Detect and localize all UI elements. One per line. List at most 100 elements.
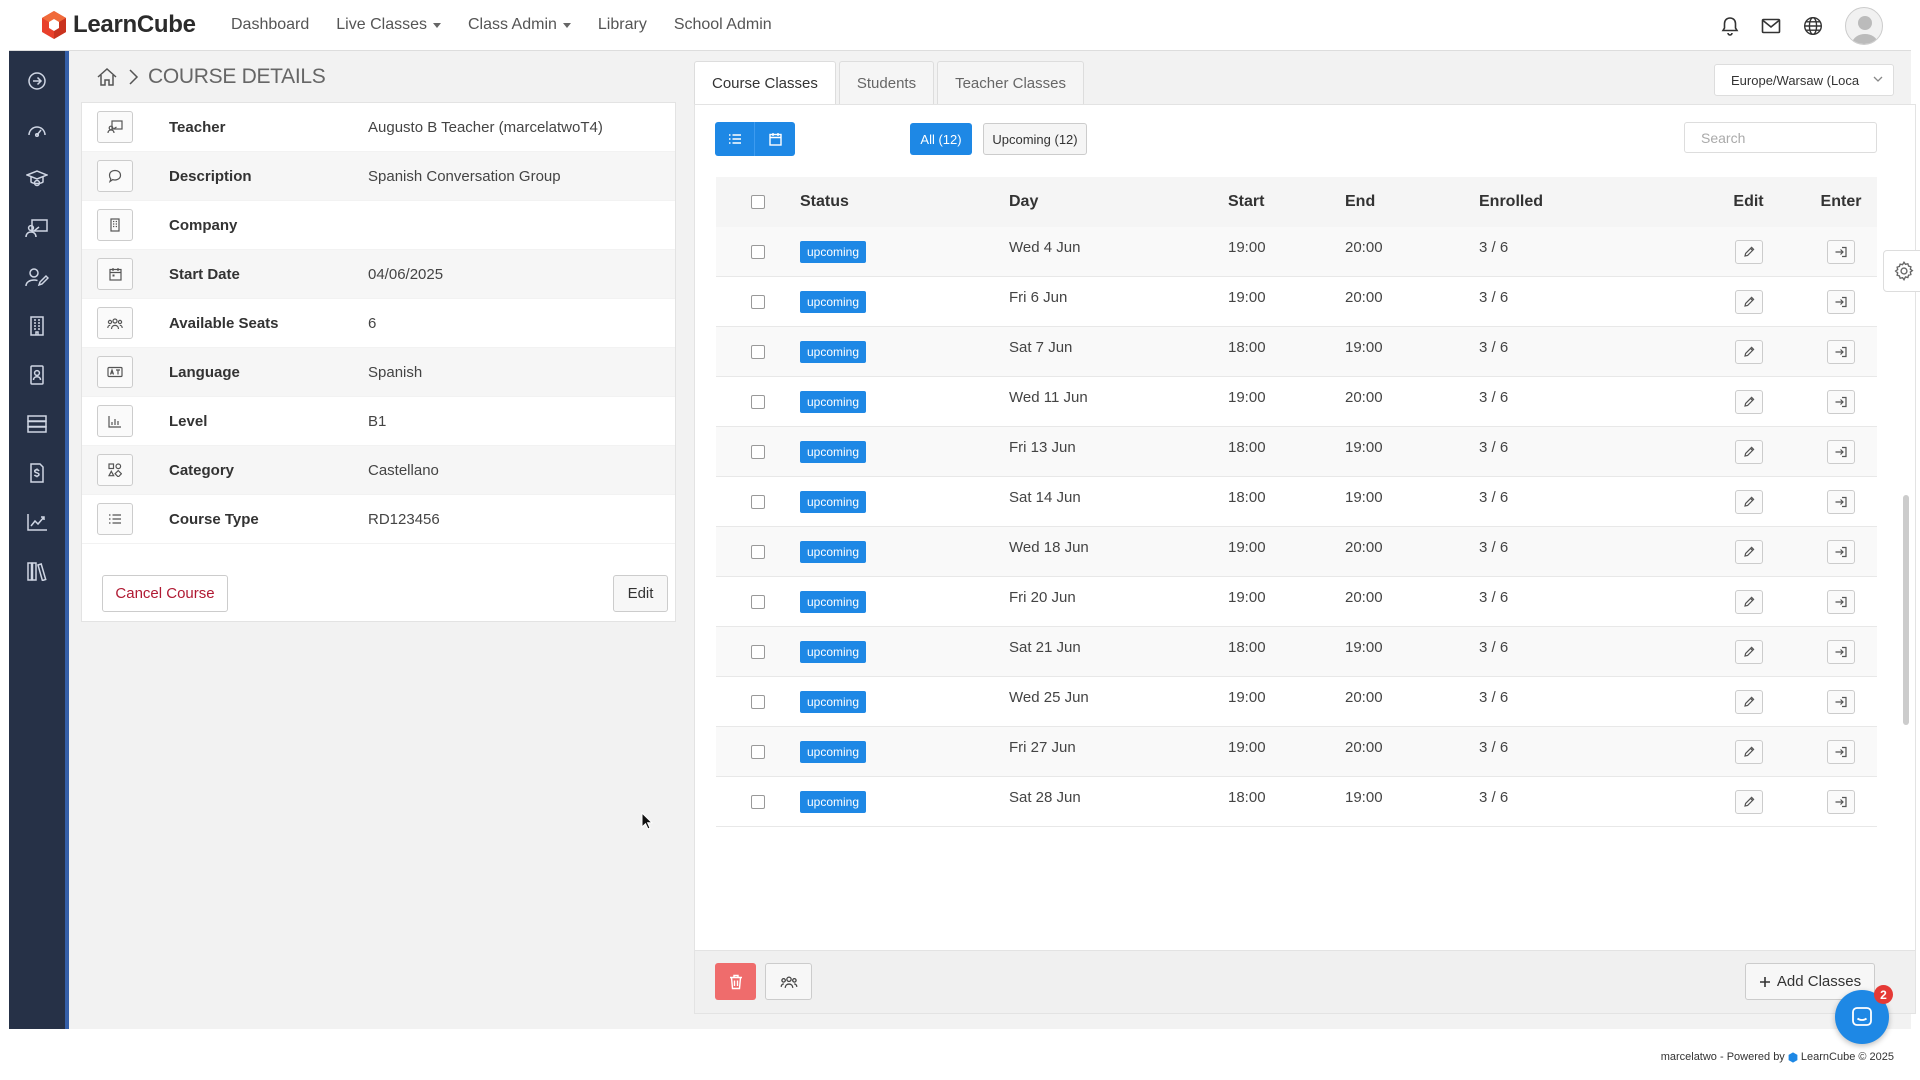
mail-icon[interactable] [1761,18,1781,34]
edit-class-button[interactable] [1734,239,1763,264]
edit-class-button[interactable] [1734,389,1763,414]
edit-class-button[interactable] [1734,289,1763,314]
manage-students-button[interactable] [765,963,812,1000]
detail-value: 04/06/2025 [368,265,444,283]
cancel-course-button[interactable]: Cancel Course [102,575,228,612]
edit-class-button[interactable] [1734,789,1763,814]
row-checkbox[interactable] [751,444,765,459]
enter-class-button[interactable] [1827,789,1855,814]
header-start[interactable]: Start [1228,193,1345,211]
sidebar-item-records[interactable] [9,399,65,448]
brand-logo[interactable]: LearnCube [41,10,231,40]
tab-students[interactable]: Students [838,61,935,104]
sidebar-item-billing[interactable] [9,448,65,497]
row-checkbox[interactable] [751,294,765,309]
timezone-select[interactable]: Europe/Warsaw (Loca [1714,64,1894,96]
home-icon[interactable] [96,67,118,87]
enter-class-button[interactable] [1827,389,1855,414]
enter-class-button[interactable] [1827,589,1855,614]
list-icon [97,503,133,535]
sidebar-item-companies[interactable] [9,301,65,350]
nav-live-classes[interactable]: Live Classes [336,16,441,34]
mouse-cursor-icon [641,812,653,830]
row-checkbox[interactable] [751,494,765,509]
page-footer: marcelatwo - Powered by LearnCube © 2025 [9,1029,1911,1080]
bell-icon[interactable] [1721,16,1739,36]
delete-selected-button[interactable] [715,963,756,1000]
cell-end: 19:00 [1345,489,1383,506]
header-enrolled[interactable]: Enrolled [1479,193,1692,211]
enter-class-button[interactable] [1827,689,1855,714]
filter-all-button[interactable]: All (12) [910,123,972,155]
detail-value: 6 [368,314,377,332]
row-checkbox[interactable] [751,694,765,709]
learncube-logo-icon [42,11,66,39]
enter-class-button[interactable] [1827,539,1855,564]
footer-brand[interactable]: LearnCube © 2025 [1801,1051,1894,1063]
page-scrollbar[interactable] [1903,495,1909,725]
enter-class-button[interactable] [1827,289,1855,314]
edit-class-button[interactable] [1734,739,1763,764]
nav-school-admin[interactable]: School Admin [674,16,772,34]
caret-down-icon [432,22,441,28]
sidebar-item-teachers[interactable] [9,203,65,252]
enter-class-button[interactable] [1827,239,1855,264]
sign-in-icon [1834,596,1848,608]
nav-library[interactable]: Library [598,16,647,34]
dashboard-gauge-icon [28,125,46,137]
header-status[interactable]: Status [800,193,1009,211]
edit-class-button[interactable] [1734,589,1763,614]
cell-start: 19:00 [1228,689,1266,706]
row-checkbox[interactable] [751,594,765,609]
row-checkbox[interactable] [751,644,765,659]
breadcrumb: COURSE DETAILS [96,65,326,89]
header-day[interactable]: Day [1009,193,1228,211]
edit-class-button[interactable] [1734,539,1763,564]
avatar[interactable] [1845,6,1883,45]
globe-icon[interactable] [1803,16,1823,36]
enter-class-button[interactable] [1827,739,1855,764]
edit-class-button[interactable] [1734,489,1763,514]
select-all-checkbox[interactable] [751,195,765,209]
sidebar-item-reports[interactable] [9,497,65,546]
settings-button[interactable] [1883,250,1920,292]
row-checkbox[interactable] [751,744,765,759]
sidebar-expand[interactable] [9,56,65,105]
building-icon [30,315,44,336]
detail-label: Available Seats [169,314,279,332]
list-view-button[interactable] [715,122,755,156]
sidebar-item-library[interactable] [9,546,65,595]
filter-upcoming-button[interactable]: Upcoming (12) [983,123,1087,155]
edit-class-button[interactable] [1734,439,1763,464]
enter-class-button[interactable] [1827,489,1855,514]
nav-dashboard[interactable]: Dashboard [231,16,309,34]
header-edit: Edit [1733,193,1764,210]
sidebar-item-users[interactable] [9,252,65,301]
edit-class-button[interactable] [1734,689,1763,714]
cell-enrolled: 3 / 6 [1479,339,1509,356]
calendar-view-button[interactable] [755,122,795,156]
tab-teacher-classes[interactable]: Teacher Classes [937,61,1084,104]
details-list: Teacher Augusto B Teacher (marcelatwoT4)… [82,103,675,544]
search-input[interactable] [1684,122,1877,153]
sidebar-item-contacts[interactable] [9,350,65,399]
row-checkbox[interactable] [751,544,765,559]
enter-class-button[interactable] [1827,339,1855,364]
row-checkbox[interactable] [751,394,765,409]
header-end[interactable]: End [1345,193,1479,211]
edit-class-button[interactable] [1734,339,1763,364]
row-checkbox[interactable] [751,344,765,359]
edit-class-button[interactable] [1734,639,1763,664]
enter-class-button[interactable] [1827,439,1855,464]
tab-course-classes[interactable]: Course Classes [694,61,836,104]
edit-course-button[interactable]: Edit [613,575,668,612]
sidebar-item-dashboard[interactable] [9,105,65,154]
chat-launcher[interactable]: 2 [1835,985,1893,1044]
nav-class-admin[interactable]: Class Admin [468,16,571,34]
cell-start: 19:00 [1228,739,1266,756]
sidebar-item-students[interactable] [9,154,65,203]
row-checkbox[interactable] [751,794,765,809]
row-checkbox[interactable] [751,244,765,259]
status-badge: upcoming [800,290,867,313]
enter-class-button[interactable] [1827,639,1855,664]
